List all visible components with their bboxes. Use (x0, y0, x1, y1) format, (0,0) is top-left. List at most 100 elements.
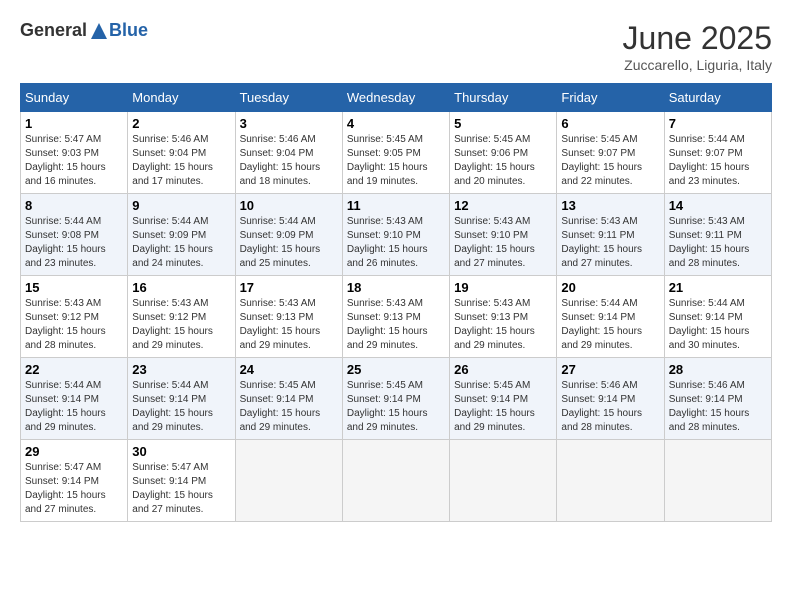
logo-icon (89, 21, 109, 41)
day-number: 7 (669, 116, 767, 131)
table-row: 26 Sunrise: 5:45 AM Sunset: 9:14 PM Dayli… (450, 358, 557, 440)
day-info: Sunrise: 5:46 AM Sunset: 9:14 PM Dayligh… (669, 379, 767, 435)
table-row: 23 Sunrise: 5:44 AM Sunset: 9:14 PM Dayli… (128, 358, 235, 440)
day-number: 21 (669, 280, 767, 295)
table-row (342, 440, 449, 522)
table-row (235, 440, 342, 522)
day-number: 22 (25, 362, 123, 377)
header-wednesday: Wednesday (342, 84, 449, 112)
table-row: 24 Sunrise: 5:45 AM Sunset: 9:14 PM Dayli… (235, 358, 342, 440)
day-number: 5 (454, 116, 552, 131)
location-title: Zuccarello, Liguria, Italy (623, 57, 772, 73)
day-number: 2 (132, 116, 230, 131)
table-row: 27Sunrise: 5:46 AM Sunset: 9:14 PM Dayli… (557, 358, 664, 440)
table-row: 1Sunrise: 5:47 AM Sunset: 9:03 PM Daylig… (21, 112, 128, 194)
table-row: 7 Sunrise: 5:44 AM Sunset: 9:07 PM Daylig… (664, 112, 771, 194)
table-row: 28 Sunrise: 5:46 AM Sunset: 9:14 PM Dayli… (664, 358, 771, 440)
day-info: Sunrise: 5:47 AM Sunset: 9:14 PM Dayligh… (132, 461, 230, 517)
table-row (664, 440, 771, 522)
day-info: Sunrise: 5:43 AM Sunset: 9:12 PM Dayligh… (25, 297, 123, 353)
table-row: 11 Sunrise: 5:43 AM Sunset: 9:10 PM Dayli… (342, 194, 449, 276)
logo-general: General (20, 20, 87, 41)
day-number: 13 (561, 198, 659, 213)
table-row: 25 Sunrise: 5:45 AM Sunset: 9:14 PM Dayli… (342, 358, 449, 440)
day-info: Sunrise: 5:44 AM Sunset: 9:14 PM Dayligh… (669, 297, 767, 353)
day-info: Sunrise: 5:43 AM Sunset: 9:11 PM Dayligh… (669, 215, 767, 271)
header-tuesday: Tuesday (235, 84, 342, 112)
day-number: 15 (25, 280, 123, 295)
day-number: 10 (240, 198, 338, 213)
day-info: Sunrise: 5:44 AM Sunset: 9:07 PM Dayligh… (669, 133, 767, 189)
logo: General Blue (20, 20, 148, 41)
day-info: Sunrise: 5:45 AM Sunset: 9:05 PM Dayligh… (347, 133, 445, 189)
day-info: Sunrise: 5:47 AM Sunset: 9:03 PM Dayligh… (25, 133, 123, 189)
header-sunday: Sunday (21, 84, 128, 112)
table-row: 15 Sunrise: 5:43 AM Sunset: 9:12 PM Dayli… (21, 276, 128, 358)
table-row: 12 Sunrise: 5:43 AM Sunset: 9:10 PM Dayli… (450, 194, 557, 276)
page-header: General Blue June 2025 Zuccarello, Ligur… (20, 20, 772, 73)
header-monday: Monday (128, 84, 235, 112)
month-title: June 2025 (623, 20, 772, 57)
day-number: 30 (132, 444, 230, 459)
day-info: Sunrise: 5:45 AM Sunset: 9:07 PM Dayligh… (561, 133, 659, 189)
day-number: 28 (669, 362, 767, 377)
table-row (450, 440, 557, 522)
day-info: Sunrise: 5:45 AM Sunset: 9:14 PM Dayligh… (240, 379, 338, 435)
table-row: 29 Sunrise: 5:47 AM Sunset: 9:14 PM Dayli… (21, 440, 128, 522)
day-info: Sunrise: 5:47 AM Sunset: 9:14 PM Dayligh… (25, 461, 123, 517)
day-number: 25 (347, 362, 445, 377)
day-info: Sunrise: 5:43 AM Sunset: 9:13 PM Dayligh… (347, 297, 445, 353)
table-row: 17Sunrise: 5:43 AM Sunset: 9:13 PM Dayli… (235, 276, 342, 358)
day-info: Sunrise: 5:43 AM Sunset: 9:13 PM Dayligh… (454, 297, 552, 353)
day-number: 9 (132, 198, 230, 213)
header-saturday: Saturday (664, 84, 771, 112)
day-number: 26 (454, 362, 552, 377)
table-row: 14 Sunrise: 5:43 AM Sunset: 9:11 PM Dayli… (664, 194, 771, 276)
day-info: Sunrise: 5:45 AM Sunset: 9:14 PM Dayligh… (347, 379, 445, 435)
table-row: 19Sunrise: 5:43 AM Sunset: 9:13 PM Dayli… (450, 276, 557, 358)
day-number: 3 (240, 116, 338, 131)
header-friday: Friday (557, 84, 664, 112)
table-row (557, 440, 664, 522)
day-info: Sunrise: 5:43 AM Sunset: 9:10 PM Dayligh… (454, 215, 552, 271)
table-row: 30 Sunrise: 5:47 AM Sunset: 9:14 PM Dayli… (128, 440, 235, 522)
day-info: Sunrise: 5:43 AM Sunset: 9:12 PM Dayligh… (132, 297, 230, 353)
table-row: 13 Sunrise: 5:43 AM Sunset: 9:11 PM Dayli… (557, 194, 664, 276)
day-info: Sunrise: 5:45 AM Sunset: 9:06 PM Dayligh… (454, 133, 552, 189)
day-info: Sunrise: 5:43 AM Sunset: 9:13 PM Dayligh… (240, 297, 338, 353)
day-number: 6 (561, 116, 659, 131)
day-info: Sunrise: 5:43 AM Sunset: 9:10 PM Dayligh… (347, 215, 445, 271)
table-row: 4Sunrise: 5:45 AM Sunset: 9:05 PM Daylig… (342, 112, 449, 194)
logo-blue: Blue (109, 20, 148, 41)
table-row: 20 Sunrise: 5:44 AM Sunset: 9:14 PM Dayli… (557, 276, 664, 358)
day-number: 29 (25, 444, 123, 459)
day-info: Sunrise: 5:43 AM Sunset: 9:11 PM Dayligh… (561, 215, 659, 271)
day-info: Sunrise: 5:44 AM Sunset: 9:14 PM Dayligh… (561, 297, 659, 353)
day-number: 23 (132, 362, 230, 377)
header-thursday: Thursday (450, 84, 557, 112)
day-info: Sunrise: 5:45 AM Sunset: 9:14 PM Dayligh… (454, 379, 552, 435)
day-info: Sunrise: 5:44 AM Sunset: 9:08 PM Dayligh… (25, 215, 123, 271)
table-row: 18 Sunrise: 5:43 AM Sunset: 9:13 PM Dayli… (342, 276, 449, 358)
day-number: 24 (240, 362, 338, 377)
day-number: 20 (561, 280, 659, 295)
table-row: 6 Sunrise: 5:45 AM Sunset: 9:07 PM Daylig… (557, 112, 664, 194)
calendar-table: Sunday Monday Tuesday Wednesday Thursday… (20, 83, 772, 522)
table-row: 2 Sunrise: 5:46 AM Sunset: 9:04 PM Daylig… (128, 112, 235, 194)
day-info: Sunrise: 5:46 AM Sunset: 9:04 PM Dayligh… (132, 133, 230, 189)
table-row: 3 Sunrise: 5:46 AM Sunset: 9:04 PM Daylig… (235, 112, 342, 194)
day-info: Sunrise: 5:44 AM Sunset: 9:14 PM Dayligh… (132, 379, 230, 435)
day-info: Sunrise: 5:44 AM Sunset: 9:14 PM Dayligh… (25, 379, 123, 435)
day-number: 18 (347, 280, 445, 295)
table-row: 16Sunrise: 5:43 AM Sunset: 9:12 PM Dayli… (128, 276, 235, 358)
table-row: 9 Sunrise: 5:44 AM Sunset: 9:09 PM Daylig… (128, 194, 235, 276)
day-number: 11 (347, 198, 445, 213)
day-number: 8 (25, 198, 123, 213)
day-info: Sunrise: 5:46 AM Sunset: 9:04 PM Dayligh… (240, 133, 338, 189)
day-info: Sunrise: 5:44 AM Sunset: 9:09 PM Dayligh… (132, 215, 230, 271)
day-number: 14 (669, 198, 767, 213)
day-number: 12 (454, 198, 552, 213)
table-row: 22 Sunrise: 5:44 AM Sunset: 9:14 PM Dayli… (21, 358, 128, 440)
title-area: June 2025 Zuccarello, Liguria, Italy (623, 20, 772, 73)
day-info: Sunrise: 5:46 AM Sunset: 9:14 PM Dayligh… (561, 379, 659, 435)
